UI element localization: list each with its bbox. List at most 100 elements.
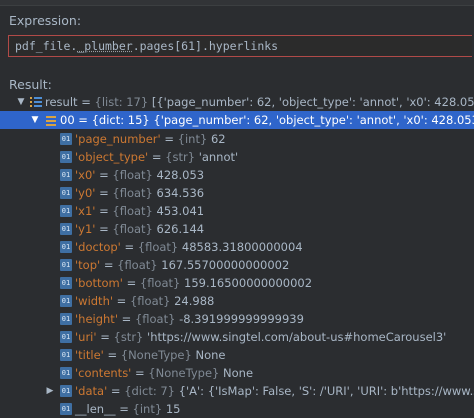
tree-item-value: [{'page_number': 62, 'object_type': 'ann… [151,95,474,109]
tree-item-name: 'x0' [75,168,96,182]
expand-arrow-icon[interactable]: ▼ [16,93,26,111]
tree-item-type: {NoneType} [148,366,224,380]
tree-item-name: 'uri' [75,330,97,344]
result-label: Result: [9,77,52,92]
tree-item-type: {float} [134,312,180,326]
tree-item-value: 24.988 [174,294,215,308]
tree-item-name: 'top' [75,258,101,272]
field-icon: 01 [60,331,72,343]
tree-row-data[interactable]: ▶ 01 'data' = {dict: 7} {'A': {'IsMap': … [0,382,474,400]
tree-item-name: 'height' [75,312,118,326]
tree-item-name: 'title' [75,348,104,362]
field-icon: 01 [60,367,72,379]
tree-item-type: {float} [129,294,175,308]
expand-arrow-icon[interactable]: ▼ [30,111,40,129]
tree-row-top[interactable]: 01 'top' = {float} 167.55700000000002 [0,256,474,274]
field-icon: 01 [60,151,72,163]
field-icon: 01 [60,169,72,181]
tree-row-doctop[interactable]: 01 'doctop' = {float} 48583.31800000004 [0,238,474,256]
tree-item-name: 'data' [75,384,108,398]
tree-item-value: None [195,348,226,362]
tree-item-type: {float} [139,276,184,290]
tree-item-type: {str} [113,330,148,344]
field-icon: 01 [60,241,72,253]
field-icon: 01 [60,223,72,235]
tree-item-name: 'width' [75,294,114,308]
tree-item-type: {float} [112,186,157,200]
tree-row-y0[interactable]: 01 'y0' = {float} 634.536 [0,184,474,202]
tree-item-value: -8.391999999999939 [179,312,304,326]
tree-item-type: {int} [132,402,166,416]
expression-input[interactable]: pdf_file._plumber.pages[61].hyperlinks [8,35,472,57]
top-toolbar-edge [0,0,474,6]
list-icon [30,96,42,108]
tree-item-type: {str} [165,150,199,164]
tree-item-type: {float} [112,222,157,236]
field-icon: 01 [60,205,72,217]
expand-arrow-icon[interactable]: ▶ [45,382,55,400]
dict-icon [45,114,57,126]
tree-item-value: 159.16500000000002 [184,276,313,290]
tree-item-type: {NoneType} [120,348,196,362]
tree-item-name: 'page_number' [75,132,161,146]
tree-item-name: 'doctop' [75,240,121,254]
expression-label: Expression: [9,13,82,28]
tree-item-type: {int} [177,132,211,146]
field-icon: 01 [60,187,72,199]
tree-item-value: {'A': {'IsMap': False, 'S': /'URI', 'URI… [178,384,474,398]
tree-item-name: 'x1' [75,204,96,218]
tree-row-uri[interactable]: 01 'uri' = {str} 'https://www.singtel.co… [0,328,474,346]
tree-row-height[interactable]: 01 'height' = {float} -8.391999999999939 [0,310,474,328]
tree-row-00[interactable]: ▼ 00 = {dict: 15} {'page_number': 62, 'o… [0,111,474,129]
field-icon: 01 [60,403,72,415]
tree-row-x1[interactable]: 01 'x1' = {float} 453.041 [0,202,474,220]
tree-item-name: result [45,95,78,109]
tree-row-page-number[interactable]: 01 'page_number' = {int} 62 [0,130,474,148]
tree-item-value: 'https://www.singtel.com/about-us#homeCa… [147,330,447,344]
tree-item-value: 15 [165,402,181,416]
tree-item-type: {float} [137,240,182,254]
field-icon: 01 [60,133,72,145]
tree-item-value: 634.536 [156,186,205,200]
tree-item-value: None [223,366,254,380]
tree-item-type: {float} [112,204,157,218]
tree-item-value: 428.053 [156,168,205,182]
tree-item-value: 'annot' [198,150,239,164]
tree-item-name: 'contents' [75,366,132,380]
tree-item-value: 167.55700000000002 [161,258,290,272]
tree-item-type: {float} [117,258,162,272]
tree-item-name: 'bottom' [75,276,123,290]
tree-item-name: 'object_type' [75,150,149,164]
tree-row-result[interactable]: ▼ result = {list: 17} [{'page_number': 6… [0,93,474,111]
tree-item-value: 626.144 [156,222,205,236]
tree-row-title[interactable]: 01 'title' = {NoneType} None [0,346,474,364]
tree-row-width[interactable]: 01 'width' = {float} 24.988 [0,292,474,310]
expression-suffix: .pages[61].hyperlinks [132,39,279,53]
tree-item-value: {'page_number': 62, 'object_type': 'anno… [153,113,474,127]
tree-row-len[interactable]: 01 __len__ = {int} 15 [0,400,474,418]
tree-row-bottom[interactable]: 01 'bottom' = {float} 159.16500000000002 [0,274,474,292]
tree-item-value: 48583.31800000004 [181,240,303,254]
tree-item-value: 453.041 [156,204,205,218]
tree-item-type: {float} [112,168,157,182]
tree-item-value: 62 [210,132,226,146]
tree-row-y1[interactable]: 01 'y1' = {float} 626.144 [0,220,474,238]
tree-item-name: 00 [60,113,75,127]
tree-item-type: {dict: 15} [91,113,154,127]
expression-prefix: pdf_file. [15,39,78,53]
tree-row-contents[interactable]: 01 'contents' = {NoneType} None [0,364,474,382]
field-icon: 01 [60,295,72,307]
tree-item-name: 'y1' [75,222,96,236]
tree-item-name: __len__ [75,402,116,416]
field-icon: 01 [60,277,72,289]
field-icon: 01 [60,385,72,397]
tree-item-type: {dict: 7} [124,384,179,398]
tree-item-name: 'y0' [75,186,96,200]
field-icon: 01 [60,313,72,325]
field-icon: 01 [60,259,72,271]
tree-row-x0[interactable]: 01 'x0' = {float} 428.053 [0,166,474,184]
field-icon: 01 [60,349,72,361]
expression-dotted-part: _plumber [77,39,133,53]
tree-row-object-type[interactable]: 01 'object_type' = {str} 'annot' [0,148,474,166]
tree-item-type: {list: 17} [94,95,152,109]
